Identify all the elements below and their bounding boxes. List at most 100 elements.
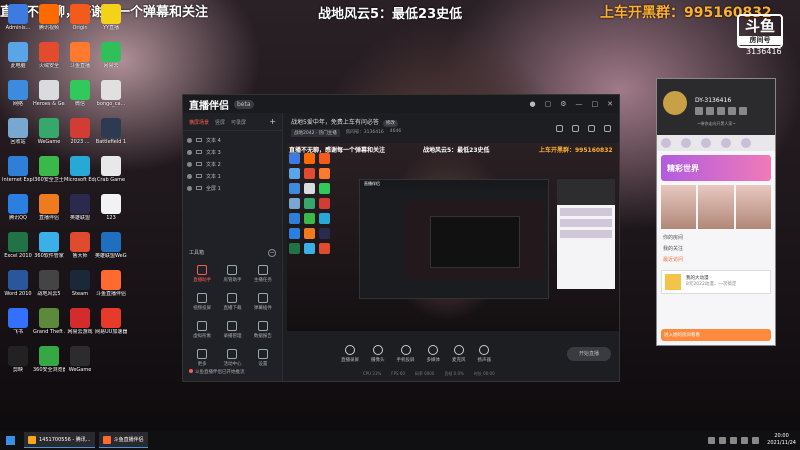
desktop-icon[interactable]: Microsoft Edge — [64, 156, 96, 183]
desktop-icon[interactable]: 腾讯QQ — [2, 194, 34, 221]
source-item[interactable]: 文本 2 — [183, 158, 282, 170]
tab-icon[interactable] — [721, 138, 731, 148]
tab-icon[interactable] — [701, 138, 711, 148]
tool-button[interactable]: 活动中心 — [217, 349, 247, 367]
desktop-icon[interactable]: Adminis... — [2, 4, 34, 31]
source-item[interactable]: 文本 1 — [183, 170, 282, 182]
share-icon[interactable] — [572, 125, 579, 132]
desktop-icon[interactable]: 斗鱼直播 — [64, 42, 96, 69]
control-button[interactable]: 摄像头 — [371, 345, 385, 363]
tab-portrait[interactable]: 竖屏 — [215, 119, 225, 126]
taskbar-item[interactable]: 斗鱼直播伴侣 — [98, 432, 148, 448]
desktop-icon[interactable]: bongo_ca... — [95, 80, 127, 107]
control-button[interactable]: 多媒体 — [427, 345, 440, 363]
desktop-icon[interactable]: Word 2010 — [2, 270, 34, 297]
tray-icon[interactable] — [719, 436, 727, 444]
edit-title-button[interactable]: 修改 — [382, 120, 398, 127]
link-my-room[interactable]: 你的房间 — [663, 233, 769, 244]
desktop-icon[interactable]: Excel 2010 — [2, 232, 34, 259]
desktop-icon[interactable]: 鲁大师 — [64, 232, 96, 259]
category-tag[interactable]: 战地2042 · 热门主播 — [291, 129, 340, 137]
desktop-icon[interactable]: WeGame — [33, 118, 65, 145]
tool-button[interactable]: 录播管理 — [217, 321, 247, 339]
desktop-icon[interactable]: 网易云 — [95, 42, 127, 69]
desktop-icon[interactable]: 直播伴侣 — [33, 194, 65, 221]
volume-icon[interactable] — [752, 436, 760, 444]
tab-icon[interactable] — [681, 138, 691, 148]
desktop-icon[interactable]: Internet Explorer — [2, 156, 34, 183]
desktop-icon[interactable]: 网络 — [2, 80, 34, 107]
desktop-icon[interactable]: Heroes & Generals — [33, 80, 65, 107]
desktop-icon[interactable]: 360软件管家 — [33, 232, 65, 259]
eye-icon[interactable] — [187, 137, 192, 143]
tool-button[interactable]: 虚拟形象 — [187, 321, 217, 339]
desktop-icon[interactable]: 123 — [95, 194, 127, 221]
link-following[interactable]: 我的关注 — [663, 244, 769, 255]
tool-button[interactable]: 房管助手 — [217, 265, 247, 283]
badge-icon[interactable] — [717, 107, 725, 115]
tool-button[interactable]: 设置 — [248, 349, 278, 367]
control-button[interactable]: 直播录屏 — [341, 345, 359, 363]
desktop-icon[interactable]: Crab Game — [95, 156, 127, 183]
source-item[interactable]: 文本 3 — [183, 146, 282, 158]
desktop-icon[interactable]: 2023 ... — [64, 118, 96, 145]
desktop-icon[interactable]: 回收站 — [2, 118, 34, 145]
add-scene-icon[interactable]: + — [269, 118, 276, 126]
clock[interactable]: 20:00 2021/11/24 — [767, 433, 796, 447]
lock-icon[interactable] — [556, 125, 563, 132]
photo-thumb[interactable] — [698, 185, 734, 229]
desktop-icon[interactable]: Steam — [64, 270, 96, 297]
desktop-icon[interactable]: 英雄联盟 — [64, 194, 96, 221]
desktop-icon[interactable]: 网易云游戏 — [64, 308, 96, 335]
start-live-button[interactable]: 开始直播 — [567, 347, 611, 361]
desktop-icon[interactable]: 360安全卫士 — [33, 156, 65, 183]
tab-recordable[interactable]: 可录屏 — [231, 119, 246, 126]
tool-button[interactable]: 主播任务 — [248, 265, 278, 283]
desktop-icon[interactable]: WeGame — [64, 346, 96, 373]
tool-button[interactable]: 弹幕插件 — [248, 293, 278, 311]
link-icon[interactable] — [604, 125, 611, 132]
avatar[interactable] — [663, 91, 687, 115]
desktop-icon[interactable]: Origin — [64, 4, 96, 31]
stream-preview[interactable]: 直播不无聊，感谢每一个弹幕和关注 战地风云5：最低23史低 上车开黑群：9951… — [287, 143, 619, 331]
tab-landscape[interactable]: 横屏场景 — [189, 119, 209, 126]
desktop-icon[interactable]: 此电脑 — [2, 42, 34, 69]
start-button[interactable] — [0, 430, 20, 450]
desktop-icon[interactable]: 腾讯视频 — [33, 4, 65, 31]
tool-button[interactable]: 数据报告 — [248, 321, 278, 339]
link-recent[interactable]: 最近访问 — [663, 255, 769, 266]
network-icon[interactable] — [741, 436, 749, 444]
desktop-icon[interactable]: Grand Theft Auto V — [33, 308, 65, 335]
tray-icon[interactable] — [708, 436, 716, 444]
tool-button[interactable]: 更多 — [187, 349, 217, 367]
tab-icon[interactable] — [661, 138, 671, 148]
eye-icon[interactable] — [187, 149, 192, 155]
add-tool-icon[interactable]: − — [268, 249, 276, 257]
eye-icon[interactable] — [187, 173, 192, 179]
source-item[interactable]: 全屏 1 — [183, 182, 282, 194]
eye-icon[interactable] — [187, 185, 192, 191]
menu-icon[interactable]: ▢ — [545, 100, 552, 108]
enter-room-button[interactable]: 进入她的房间看看 — [661, 329, 771, 341]
maximize-icon[interactable]: □ — [592, 100, 599, 108]
taskbar-item[interactable]: 1451700556 - 腾讯... — [24, 432, 95, 448]
desktop-icon[interactable]: 战地风云5 — [33, 270, 65, 297]
source-item[interactable]: 文本 4 — [183, 134, 282, 146]
desktop-icon[interactable]: Battlefield 1 — [95, 118, 127, 145]
control-button[interactable]: 手机投屏 — [397, 345, 415, 363]
desktop-icon[interactable]: 斗鱼直播伴侣 — [95, 270, 127, 297]
control-button[interactable]: 扬声器 — [478, 345, 491, 363]
tool-button[interactable]: 直播下载 — [217, 293, 247, 311]
layout-icon[interactable] — [588, 125, 595, 132]
photo-thumb[interactable] — [735, 185, 771, 229]
desktop-icon[interactable]: 飞书 — [2, 308, 34, 335]
desktop-icon[interactable]: 网易UU加速器 — [95, 308, 127, 335]
desktop-icon[interactable]: 微信 — [64, 80, 96, 107]
avatar[interactable]: ● — [529, 100, 535, 108]
tool-button[interactable]: 直播助手 — [187, 265, 217, 283]
settings-icon[interactable]: ⚙ — [560, 100, 566, 108]
tray-icon[interactable] — [730, 436, 738, 444]
tab-icon[interactable] — [741, 138, 751, 148]
promo-card[interactable]: 我的大动漫 8元2022动漫，一次搞定 — [661, 270, 771, 294]
eye-icon[interactable] — [187, 161, 192, 167]
